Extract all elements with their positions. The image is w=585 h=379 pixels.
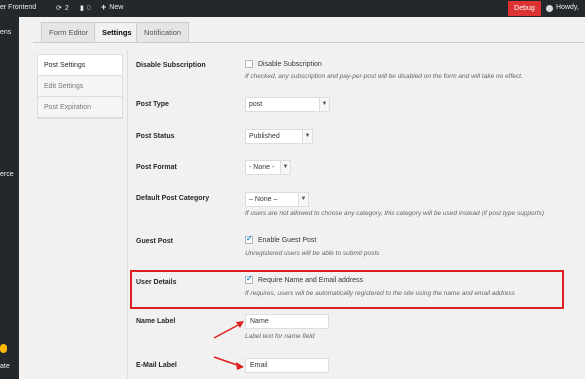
guest-post-description: Unregistered users will be able to submi… [245,250,380,257]
comments-link[interactable]: ▮ 0 [80,4,91,13]
annotation-arrow [213,356,244,370]
admin-menu-item[interactable]: ate [0,363,10,370]
post-type-label: Post Type [136,101,169,108]
post-format-select[interactable]: - None - ▼ [245,160,291,175]
guest-post-row[interactable]: Enable Guest Post [245,234,316,244]
post-type-value: post [249,101,263,108]
avatar[interactable] [546,5,553,12]
subnav-item-post-expiration[interactable]: Post Expiration [38,97,122,118]
default-post-category-value: – None – [249,196,278,203]
update-badge [0,344,7,353]
chevron-down-icon: ▼ [280,161,290,174]
chevron-down-icon: ▼ [302,130,312,143]
site-name-link[interactable]: er Frontend [0,4,36,11]
howdy-text[interactable]: Howdy, [556,4,579,11]
comment-icon: ▮ [80,5,84,12]
guest-post-label: Guest Post [136,238,173,245]
user-details-checkbox-label[interactable]: Require Name and Email address [258,277,363,284]
admin-bar: er Frontend ⟳ 2 ▮ 0 + New Debug Howdy, [0,0,585,17]
tab-settings[interactable]: Settings [94,22,140,43]
guest-post-checkbox-label[interactable]: Enable Guest Post [258,237,316,244]
post-status-value: Published [249,133,280,140]
admin-menu: ens erce ate [0,17,19,379]
email-label-input[interactable]: Email [245,358,329,373]
disable-subscription-description: If checked, any subscription and pay-per… [245,73,523,80]
tab-notification[interactable]: Notification [136,22,190,42]
debug-button[interactable]: Debug [508,1,541,16]
post-status-select[interactable]: Published ▼ [245,129,313,144]
user-details-checkbox[interactable] [245,274,253,284]
annotation-arrow [213,321,244,339]
admin-menu-item[interactable]: erce [0,171,14,178]
chevron-down-icon: ▼ [298,193,308,206]
name-label-input[interactable]: Name [245,314,329,329]
disable-subscription-checkbox-label[interactable]: Disable Subscription [258,61,322,68]
default-post-category-select[interactable]: – None – ▼ [245,192,309,207]
comments-count: 0 [86,4,91,12]
user-details-label: User Details [136,279,177,286]
default-post-category-description: If users are not allowed to choose any c… [245,210,545,217]
admin-menu-item[interactable]: ens [0,29,11,36]
new-content-link[interactable]: + New [101,2,124,12]
name-label-description: Label text for name field [245,333,315,340]
tab-form-editor[interactable]: Form Editor [41,22,97,42]
post-type-select[interactable]: post ▼ [245,97,330,112]
updates-count: 2 [64,4,69,12]
guest-post-checkbox[interactable] [245,234,253,244]
post-format-value: - None - [249,164,275,171]
plus-icon: + [101,2,107,12]
disable-subscription-checkbox[interactable] [245,60,253,68]
updates-icon: ⟳ [56,5,62,12]
post-status-label: Post Status [136,133,175,140]
updates-link[interactable]: ⟳ 2 [56,4,69,13]
name-label-label: Name Label [136,318,176,325]
subnav-item-post-settings[interactable]: Post Settings [38,55,122,76]
chevron-down-icon: ▼ [319,98,329,111]
post-format-label: Post Format [136,164,177,171]
disable-subscription-row[interactable]: Disable Subscription [245,60,322,68]
disable-subscription-label: Disable Subscription [136,62,206,69]
email-label-label: E-Mail Label [136,362,177,369]
user-details-description: If requires, users will be automatically… [245,290,515,297]
user-details-row[interactable]: Require Name and Email address [245,274,363,284]
tab-divider [33,42,585,43]
subnav-item-edit-settings[interactable]: Edit Settings [38,76,122,97]
default-post-category-label: Default Post Category [136,195,210,202]
settings-subnav: Post Settings Edit Settings Post Expirat… [37,54,123,119]
new-label: New [109,4,124,11]
